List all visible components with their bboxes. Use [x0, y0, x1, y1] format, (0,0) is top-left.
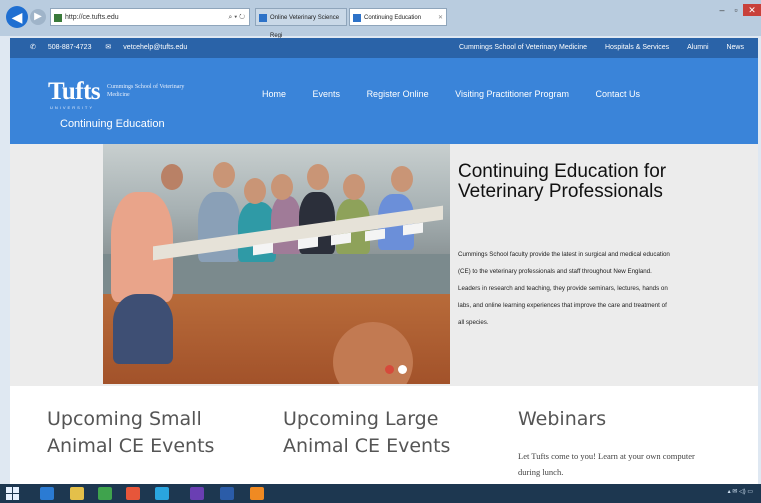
email-link[interactable]: vetcehelp@tufts.edu: [123, 44, 187, 51]
browser-tabbar: ◀ ▶ http://ce.tufts.edu ⌕ ▾ ↻ Online Vet…: [0, 0, 761, 39]
browser-window: ◀ ▶ http://ce.tufts.edu ⌕ ▾ ↻ Online Vet…: [0, 0, 761, 503]
topbar-link-hospitals[interactable]: Hospitals & Services: [605, 44, 669, 51]
tab-continuing-education[interactable]: Continuing Education ✕: [349, 8, 447, 26]
address-url: http://ce.tufts.edu: [65, 14, 119, 21]
nav-contact-us[interactable]: Contact Us: [596, 89, 641, 99]
large-animal-events-heading[interactable]: Upcoming Large Animal CE Events: [283, 406, 483, 460]
file-explorer-icon[interactable]: [70, 487, 84, 500]
nav-visiting-practitioner[interactable]: Visiting Practitioner Program: [455, 89, 569, 99]
phone-link[interactable]: 508-887-4723: [48, 44, 92, 51]
nav-register-online[interactable]: Register Online: [367, 89, 429, 99]
minimize-button[interactable]: –: [715, 4, 729, 16]
nav-home[interactable]: Home: [262, 89, 286, 99]
tufts-logo[interactable]: Tufts: [48, 78, 101, 106]
webinars-text: Let Tufts come to you! Learn at your own…: [518, 451, 695, 477]
skype-icon[interactable]: [155, 487, 169, 500]
hero-photo: [103, 144, 450, 384]
store-icon[interactable]: [98, 487, 112, 500]
mail-icon[interactable]: [190, 487, 204, 500]
word-icon[interactable]: [220, 487, 234, 500]
main-nav: Home Events Register Online Visiting Pra…: [262, 89, 664, 99]
nav-events[interactable]: Events: [313, 89, 341, 99]
ie-icon[interactable]: [40, 487, 54, 500]
search-refresh-icon[interactable]: ⌕ ▾ ↻: [228, 9, 245, 27]
topbar-link-alumni[interactable]: Alumni: [687, 44, 708, 51]
system-tray[interactable]: ▴ ✉ ◁) ▭: [728, 488, 753, 495]
chrome-icon[interactable]: [126, 487, 140, 500]
slide-dot-2[interactable]: [398, 365, 407, 374]
windows-start-icon[interactable]: [6, 487, 20, 500]
hero-section: Continuing Education for Veterinary Prof…: [10, 144, 758, 386]
section-label[interactable]: Continuing Education: [60, 118, 165, 130]
site-topbar: ✆ 508-887-4723 ✉ vetcehelp@tufts.edu Cummi…: [10, 38, 758, 58]
slide-dot-1[interactable]: [385, 365, 394, 374]
tab-close-icon[interactable]: ✕: [438, 9, 443, 27]
events-section: Upcoming Small Animal CE Events Upcoming…: [10, 386, 758, 484]
window-controls: – ▫ ✕: [715, 0, 761, 16]
site-header: Tufts Cummings School of Veterinary Medi…: [10, 58, 758, 144]
slider-dots: [385, 361, 411, 379]
windows-taskbar: ▴ ✉ ◁) ▭: [0, 484, 761, 503]
tab-online-registration[interactable]: Online Veterinary Science Regi: [255, 8, 347, 39]
site-favicon-icon: [54, 14, 62, 22]
hero-body: Cummings School faculty provide the late…: [458, 251, 670, 326]
webinars-heading[interactable]: Webinars: [518, 406, 738, 433]
tab-favicon-icon: [353, 14, 361, 22]
maximize-button[interactable]: ▫: [729, 4, 743, 16]
tab-favicon-icon: [259, 14, 267, 22]
back-button[interactable]: ◀: [6, 6, 28, 28]
address-bar[interactable]: http://ce.tufts.edu ⌕ ▾ ↻: [50, 8, 250, 26]
close-button[interactable]: ✕: [743, 4, 761, 16]
hero-title: Continuing Education for Veterinary Prof…: [458, 161, 667, 202]
logo-subtitle: Cummings School of Veterinary Medicine: [107, 84, 185, 98]
logo-university: UNIVERSITY: [50, 105, 95, 110]
firefox-icon[interactable]: [250, 487, 264, 500]
small-animal-events-heading[interactable]: Upcoming Small Animal CE Events: [47, 406, 247, 460]
phone-icon: ✆: [30, 44, 36, 51]
topbar-link-news[interactable]: News: [726, 44, 744, 51]
tab-label: Continuing Education: [364, 15, 422, 21]
forward-button[interactable]: ▶: [30, 9, 46, 25]
topbar-link-cummings[interactable]: Cummings School of Veterinary Medicine: [459, 44, 587, 51]
tab-label: Online Veterinary Science Regi: [270, 15, 340, 39]
mail-icon: ✉: [105, 44, 112, 51]
